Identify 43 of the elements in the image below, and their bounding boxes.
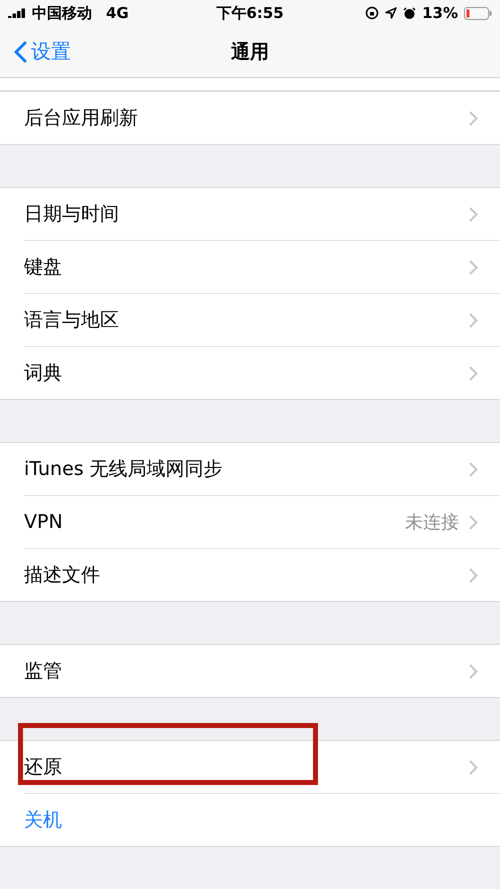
settings-row[interactable]: VPN 未连接 (24, 496, 500, 549)
settings-row[interactable]: 日期与时间 (24, 188, 500, 241)
row-label: VPN (24, 511, 64, 533)
settings-row[interactable]: 关机 (24, 794, 500, 846)
chevron-icon (469, 260, 478, 274)
chevron-icon (469, 462, 478, 476)
carrier-name: 中国移动 (32, 4, 92, 23)
settings-row[interactable]: 键盘 (24, 241, 500, 294)
chevron-icon (469, 312, 478, 328)
chevron-icon (469, 366, 478, 380)
row-label: 还原 (24, 755, 63, 780)
back-button[interactable]: 设置 (0, 38, 71, 66)
row-label: 语言与地区 (24, 308, 120, 333)
row-label: 描述文件 (24, 563, 101, 588)
chevron-icon (469, 110, 478, 126)
row-label: 监管 (24, 659, 63, 684)
back-chevron-icon (14, 40, 27, 63)
settings-row[interactable]: 还原 (24, 741, 500, 794)
row-label: 后台应用刷新 (24, 106, 139, 131)
chevron-icon (469, 568, 478, 582)
row-value: 未连接 (405, 511, 459, 534)
row-label: 关机 (24, 808, 63, 833)
status-time: 下午6:55 (216, 4, 284, 23)
rotation-lock-icon (365, 6, 380, 20)
chevron-icon (469, 760, 478, 774)
row-label: iTunes 无线局域网同步 (24, 457, 224, 482)
settings-row[interactable]: 语言与地区 (24, 294, 500, 347)
settings-row[interactable]: iTunes 无线局域网同步 (24, 443, 500, 496)
row-label: 词典 (24, 361, 63, 386)
location-icon (385, 7, 398, 20)
signal-icon (8, 8, 26, 18)
page-title: 通用 (231, 40, 269, 65)
battery-icon (464, 6, 492, 20)
settings-row[interactable]: 词典 (24, 347, 500, 399)
alarm-icon (403, 6, 416, 20)
row-label: 键盘 (24, 255, 63, 280)
battery-percent: 13% (422, 4, 458, 22)
chevron-icon (469, 664, 478, 678)
row-label: 日期与时间 (24, 202, 120, 227)
chevron-icon (469, 206, 478, 222)
settings-row[interactable]: 描述文件 (24, 549, 500, 601)
network-type: 4G (106, 4, 129, 22)
chevron-icon (469, 514, 478, 530)
